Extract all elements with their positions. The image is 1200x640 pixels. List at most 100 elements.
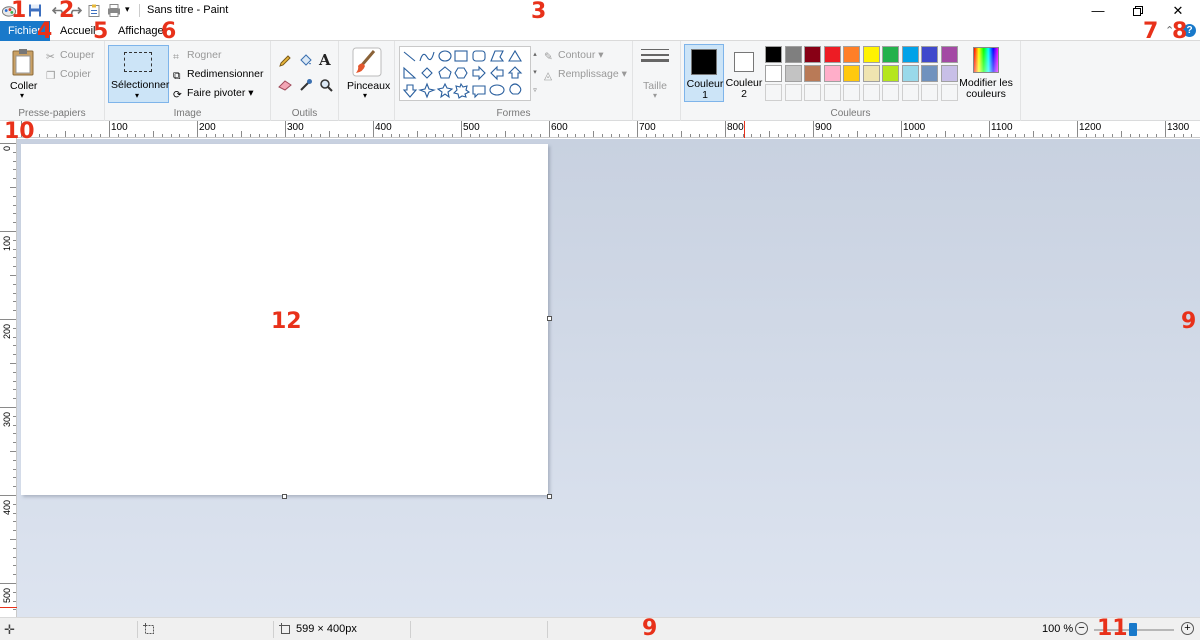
palette-color-swatch[interactable] [921,46,938,63]
resize-handle-corner[interactable] [547,494,552,499]
magnifier-icon[interactable] [319,78,333,92]
palette-color-swatch[interactable] [784,65,802,82]
palette-color-swatch[interactable] [921,65,938,82]
palette-custom-slot[interactable] [843,84,860,101]
ruler-tick [918,134,920,137]
paste-dropdown-icon[interactable]: ▾ [20,91,24,100]
ruler-tick [390,134,392,137]
palette-color-swatch[interactable] [882,65,899,82]
resize-button[interactable]: ⧉ Redimensionner [173,68,263,82]
color1-button[interactable]: Couleur 1 [684,44,724,102]
ruler-tick [865,134,867,137]
cut-button[interactable]: ✂ Couper [46,49,94,63]
scroll-up-icon[interactable]: ▴ [531,46,539,64]
minimize-button[interactable]: — [1078,0,1118,21]
palette-color-swatch[interactable] [901,65,919,82]
scroll-down-icon[interactable]: ▾ [531,64,539,82]
palette-color-swatch[interactable] [843,46,860,63]
palette-custom-slot[interactable] [862,84,880,101]
ruler-tick [610,134,612,137]
select-button[interactable]: Sélectionner ▾ [108,45,169,103]
ruler-label: 0 [2,145,12,151]
ruler-tick [927,134,929,137]
palette-color-swatch[interactable] [823,46,841,63]
ruler-tick [337,134,339,137]
fill-button[interactable]: ◬ Remplissage ▾ [544,68,627,82]
palette-color-swatch[interactable] [862,65,880,82]
palette-color-swatch[interactable] [765,65,782,82]
text-tool-icon[interactable]: A [319,51,331,69]
paste-icon[interactable] [11,48,35,76]
zoom-out-icon[interactable]: − [1075,622,1088,635]
crop-button[interactable]: ⌗ Rogner [173,49,221,63]
pencil-icon[interactable] [278,54,292,68]
rotate-label: Faire pivoter [187,87,246,99]
selection-size-icon [143,623,154,634]
palette-color-swatch[interactable] [882,46,899,63]
expand-gallery-icon[interactable]: ▿ [531,82,539,100]
palette-color-swatch[interactable] [901,46,919,63]
palette-color-swatch[interactable] [862,46,880,63]
tools-group: A Outils [271,41,339,121]
ruler-tick [1103,134,1105,137]
eraser-icon[interactable] [278,79,292,91]
color2-button[interactable]: Couleur 2 [725,44,763,102]
shapes-scroll[interactable]: ▴ ▾ ▿ [531,46,539,101]
ruler-tick [760,134,762,137]
save-icon[interactable] [28,3,42,18]
ruler-tick [13,486,16,488]
ruler-tick [821,134,823,137]
ruler-tick [839,134,841,137]
ruler-tick [13,248,16,250]
palette-custom-slot[interactable] [804,84,821,101]
scissors-icon: ✂ [46,51,55,63]
size-group[interactable]: Taille ▾ [633,41,681,121]
ruler-tick [241,131,242,137]
ruler-tick [0,319,16,320]
palette-color-swatch[interactable] [765,46,782,63]
restore-button[interactable] [1118,0,1158,21]
palette-color-swatch[interactable] [784,46,802,63]
ruler-tick [293,134,295,137]
ruler-tick [971,134,973,137]
palette-custom-slot[interactable] [784,84,802,101]
ruler-tick [381,134,383,137]
resize-handle-right[interactable] [547,316,552,321]
zoom-in-icon[interactable]: + [1181,622,1194,635]
print-icon[interactable] [107,3,121,18]
ruler-tick [355,134,357,137]
ruler-tick [1094,134,1096,137]
ruler-tick [13,310,16,312]
zoom-slider-thumb[interactable] [1129,623,1138,636]
palette-color-swatch[interactable] [843,65,860,82]
close-button[interactable]: ✕ [1158,0,1198,21]
customize-dropdown-icon[interactable]: ▾ [125,4,130,19]
ruler-tick [267,134,269,137]
edit-colors-button[interactable]: Modifier les couleurs [955,44,1017,102]
palette-custom-slot[interactable] [765,84,782,101]
brushes-group[interactable]: Pinceaux ▾ [339,41,395,121]
shapes-gallery[interactable] [399,46,531,101]
ruler-label: 300 [2,411,12,427]
copy-button[interactable]: ❐ Copier [46,68,91,82]
ruler-tick [707,134,709,137]
horizontal-ruler: 100 200 300 400 500 600 700 800 900 1000 1100 1200 1… [17,121,1200,138]
palette-custom-slot[interactable] [823,84,841,101]
palette-custom-slot[interactable] [901,84,919,101]
fill-bucket-icon[interactable] [298,54,312,68]
resize-handle-bottom[interactable] [282,494,287,499]
color-picker-icon[interactable] [299,78,313,92]
ruler-tick [109,121,110,137]
ruler-tick [13,239,16,241]
palette-color-swatch[interactable] [804,65,821,82]
palette-color-swatch[interactable] [823,65,841,82]
ruler-tick [179,134,181,137]
outline-button[interactable]: ✎ Contour ▾ [544,49,604,63]
properties-icon[interactable] [87,3,101,18]
ruler-tick [47,134,49,137]
palette-custom-slot[interactable] [882,84,899,101]
rotate-button[interactable]: ⟳ Faire pivoter ▾ [173,87,254,101]
palette-color-swatch[interactable] [804,46,821,63]
palette-custom-slot[interactable] [921,84,938,101]
workspace[interactable] [17,139,1200,617]
